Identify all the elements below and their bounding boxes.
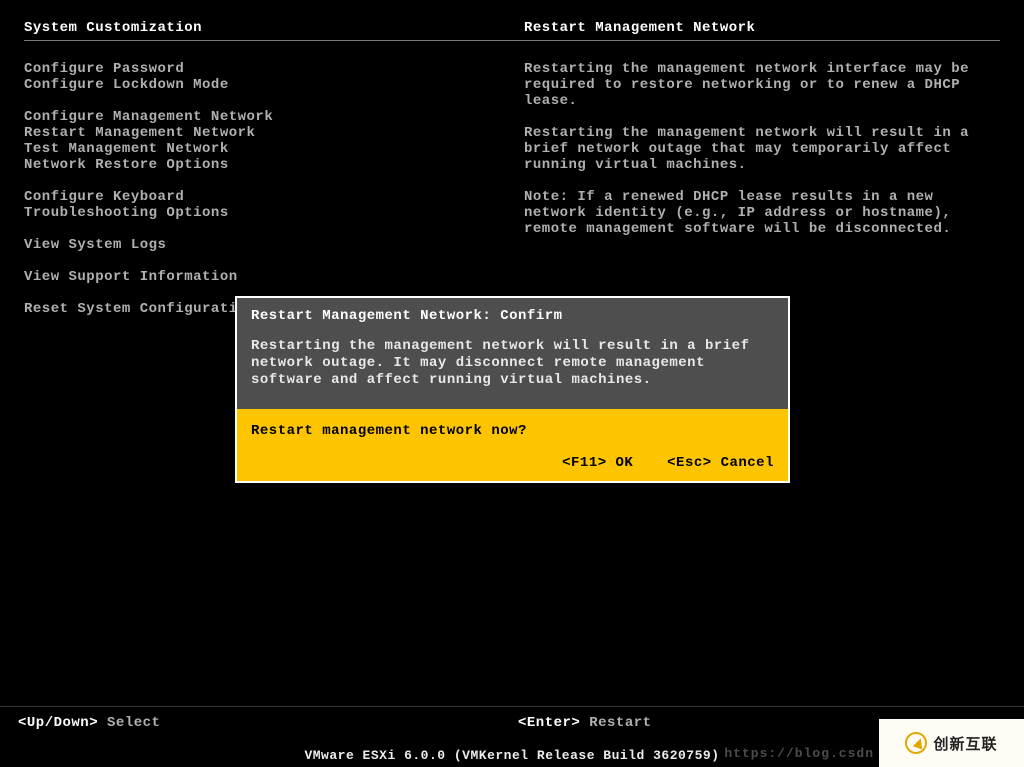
key-enter: <Enter> xyxy=(518,715,580,731)
watermark-url: https://blog.csdn xyxy=(724,746,874,761)
dialog-actions: <F11> OK <Esc> Cancel xyxy=(251,455,774,471)
menu-item-network-restore-options[interactable]: Network Restore Options xyxy=(24,157,524,173)
dialog-cancel-button[interactable]: <Esc> Cancel xyxy=(667,455,774,471)
header-right: Restart Management Network xyxy=(524,20,755,36)
menu-item-troubleshooting-options[interactable]: Troubleshooting Options xyxy=(24,205,524,221)
main-columns: Configure Password Configure Lockdown Mo… xyxy=(24,61,1000,317)
menu-item-test-management-network[interactable]: Test Management Network xyxy=(24,141,524,157)
menu-item-configure-management-network[interactable]: Configure Management Network xyxy=(24,109,524,125)
esxi-dcui-screen: System Customization Restart Management … xyxy=(0,0,1024,767)
header-row: System Customization Restart Management … xyxy=(24,20,1000,41)
brand-text: 创新互联 xyxy=(933,733,997,754)
header-left: System Customization xyxy=(24,20,524,36)
footer-hints: <Up/Down> Select <Enter> Restart xyxy=(0,706,1024,739)
confirm-dialog: Restart Management Network: Confirm Rest… xyxy=(235,296,790,483)
dialog-title: Restart Management Network: Confirm xyxy=(251,308,774,324)
menu-column: Configure Password Configure Lockdown Mo… xyxy=(24,61,524,317)
key-updown: <Up/Down> xyxy=(18,715,98,731)
footer-left: <Up/Down> Select xyxy=(18,715,518,731)
brand-badge: 创新互联 xyxy=(879,719,1024,767)
dialog-action-area: Restart management network now? <F11> OK… xyxy=(237,409,788,481)
footer-left-label: Select xyxy=(107,715,160,731)
description-paragraph-3: Note: If a renewed DHCP lease results in… xyxy=(524,189,1000,237)
menu-item-configure-keyboard[interactable]: Configure Keyboard xyxy=(24,189,524,205)
footer-right: <Enter> Restart xyxy=(518,715,652,731)
menu-item-configure-password[interactable]: Configure Password xyxy=(24,61,524,77)
dialog-ok-button[interactable]: <F11> OK xyxy=(562,455,633,471)
menu-item-restart-management-network[interactable]: Restart Management Network xyxy=(24,125,524,141)
content-area: System Customization Restart Management … xyxy=(0,0,1024,317)
description-paragraph-2: Restarting the management network will r… xyxy=(524,125,1000,173)
menu-item-view-support-information[interactable]: View Support Information xyxy=(24,269,524,285)
brand-logo-icon xyxy=(902,729,930,757)
footer-right-label: Restart xyxy=(589,715,651,731)
menu-item-configure-lockdown-mode[interactable]: Configure Lockdown Mode xyxy=(24,77,524,93)
dialog-question: Restart management network now? xyxy=(251,423,774,439)
description-column: Restarting the management network interf… xyxy=(524,61,1000,317)
menu-item-view-system-logs[interactable]: View System Logs xyxy=(24,237,524,253)
dialog-body-text: Restarting the management network will r… xyxy=(251,338,774,389)
dialog-header-area: Restart Management Network: Confirm Rest… xyxy=(237,298,788,409)
description-paragraph-1: Restarting the management network interf… xyxy=(524,61,1000,109)
